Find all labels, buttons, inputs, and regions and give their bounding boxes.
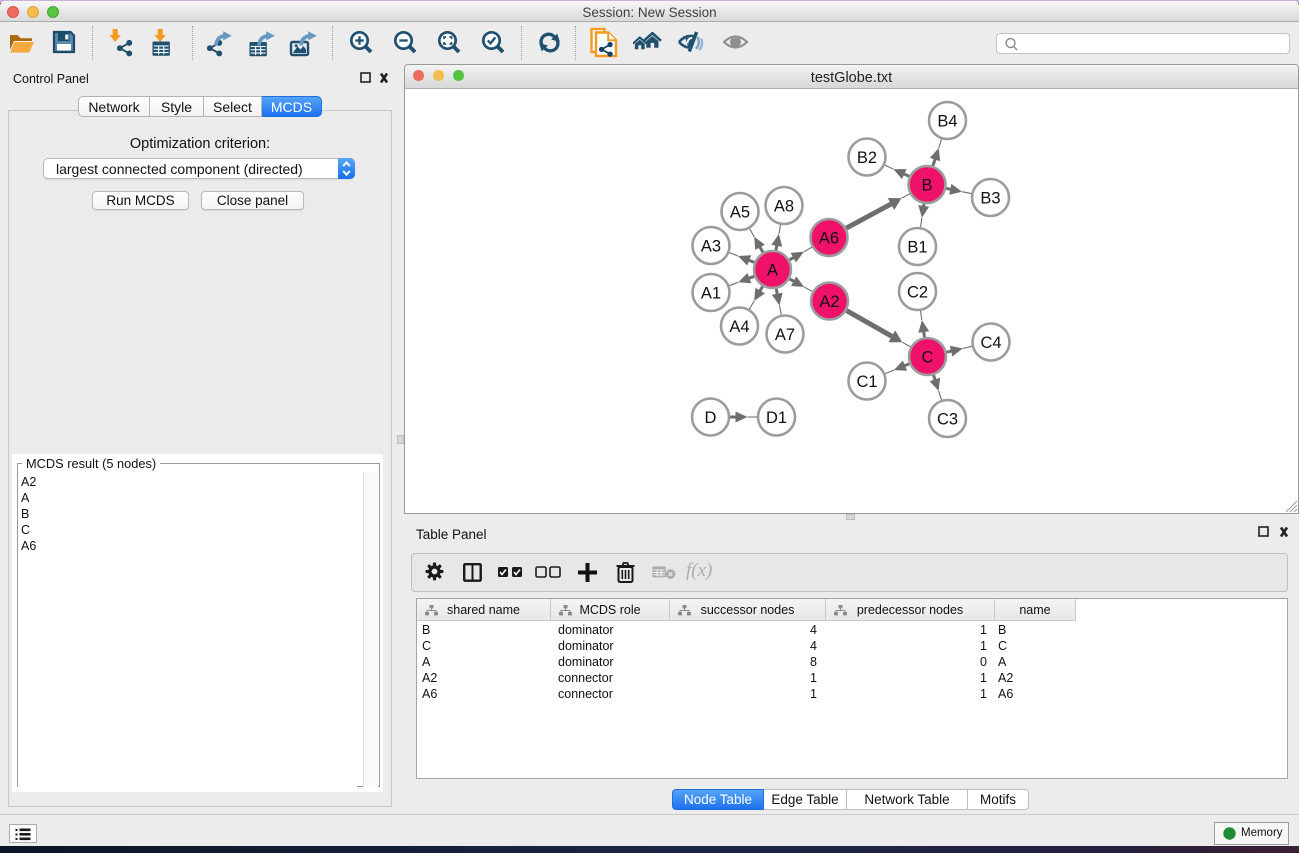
svg-text:A3: A3 — [701, 237, 721, 255]
svg-text:A6: A6 — [819, 229, 839, 247]
svg-text:C4: C4 — [980, 334, 1001, 352]
svg-text:A8: A8 — [774, 197, 794, 215]
svg-text:A: A — [767, 261, 778, 279]
svg-text:A5: A5 — [730, 203, 750, 221]
svg-text:B1: B1 — [907, 238, 927, 256]
svg-text:D: D — [705, 409, 717, 427]
svg-text:B3: B3 — [980, 189, 1000, 207]
svg-text:A2: A2 — [819, 293, 839, 311]
svg-text:B4: B4 — [937, 112, 957, 130]
svg-text:A1: A1 — [701, 284, 721, 302]
svg-text:C3: C3 — [937, 410, 958, 428]
svg-text:C1: C1 — [856, 373, 877, 391]
svg-text:A4: A4 — [729, 318, 749, 336]
svg-text:A7: A7 — [775, 326, 795, 344]
svg-text:B2: B2 — [857, 149, 877, 167]
svg-text:C: C — [922, 348, 934, 366]
svg-text:C2: C2 — [907, 283, 928, 301]
svg-text:D1: D1 — [766, 409, 787, 427]
svg-text:B: B — [921, 176, 932, 194]
